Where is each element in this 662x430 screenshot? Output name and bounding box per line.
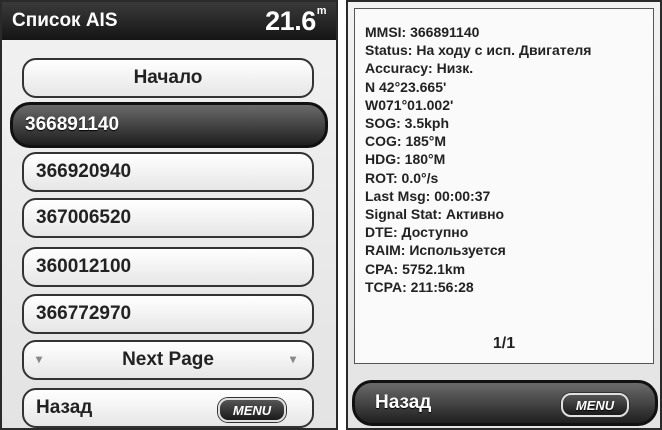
next-page-button[interactable]: ▾ Next Page ▾ (22, 340, 314, 380)
list-item-label: 367006520 (36, 207, 132, 228)
list-item-label: 366772970 (36, 303, 132, 324)
depth-readout: 21.6m (265, 5, 327, 37)
depth-value: 21.6 (265, 6, 316, 36)
header-bar: Список AIS 21.6m (2, 2, 336, 40)
menu-key-badge: MENU (218, 398, 286, 422)
screen-title: Список AIS (12, 10, 118, 31)
list-item-start[interactable]: Начало (22, 58, 314, 98)
back-button[interactable]: Назад MENU (22, 388, 314, 428)
vessel-info-lines: MMSI: 366891140 Status: На ходу с исп. Д… (365, 23, 591, 296)
list-item-label: Начало (133, 67, 203, 88)
next-page-label: Next Page (122, 349, 214, 370)
info-line-latitude: N 42°23.665' (365, 78, 447, 95)
depth-unit: m (316, 5, 327, 17)
list-item[interactable]: 366772970 (22, 294, 314, 334)
info-line-status: Status: На ходу с исп. Двигателя (365, 42, 592, 59)
info-line-dte: DTE: Доступно (365, 224, 469, 241)
info-line-hdg: HDG: 180°M (365, 151, 446, 168)
page-indicator: 1/1 (492, 335, 516, 352)
list-item-selected[interactable]: 366891140 (10, 102, 328, 148)
list-item[interactable]: 366920940 (22, 152, 314, 192)
info-line-sog: SOG: 3.5kph (365, 115, 450, 132)
info-line-longitude: W071°01.002' (365, 96, 454, 113)
back-label: Назад (36, 397, 93, 418)
info-line-cpa: CPA: 5752.1km (365, 260, 466, 277)
vessel-info-panel: MMSI: 366891140 Status: На ходу с исп. Д… (354, 8, 654, 364)
chevron-down-icon: ▾ (290, 352, 297, 366)
info-line-signal-stat: Signal Stat: Активно (365, 206, 505, 223)
back-label: Назад (375, 392, 432, 413)
list-item-label: 366920940 (36, 161, 132, 182)
list-item[interactable]: 367006520 (22, 198, 314, 238)
list-item-label: 360012100 (36, 256, 132, 277)
menu-key-badge: MENU (561, 393, 629, 417)
info-line-accuracy: Accuracy: Низк. (365, 60, 474, 77)
info-line-mmsi: MMSI: 366891140 (365, 24, 480, 40)
list-item-label: 366891140 (25, 114, 120, 135)
ais-list-screen: Список AIS 21.6m Начало 366891140 366920… (0, 0, 338, 430)
info-line-tcpa: TCPA: 211:56:28 (365, 278, 474, 295)
info-line-rot: ROT: 0.0°/s (365, 169, 439, 186)
chevron-down-icon: ▾ (36, 352, 43, 366)
info-line-cog: COG: 185°M (365, 133, 447, 150)
info-line-raim: RAIM: Используется (365, 242, 506, 259)
info-line-last-msg: Last Msg: 00:00:37 (365, 187, 491, 204)
list-item[interactable]: 360012100 (22, 247, 314, 287)
ais-detail-screen: MMSI: 366891140 Status: На ходу с исп. Д… (346, 0, 662, 430)
back-button[interactable]: Назад MENU (352, 380, 658, 426)
